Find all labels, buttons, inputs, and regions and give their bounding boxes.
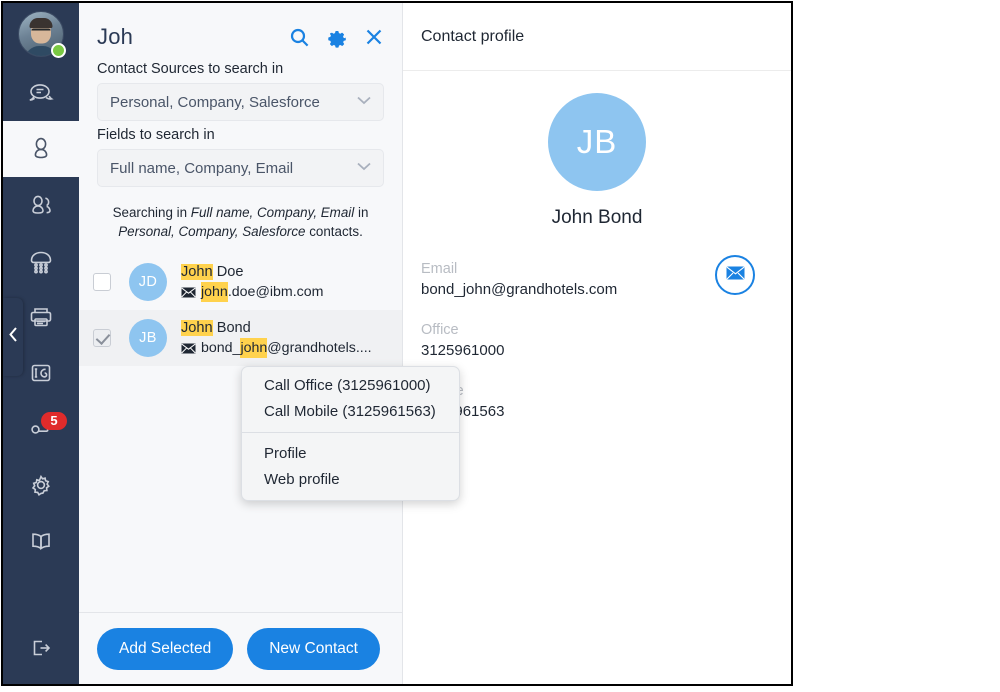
- new-contact-button[interactable]: New Contact: [247, 628, 380, 670]
- gear-icon[interactable]: [326, 26, 348, 48]
- result-name-highlight: John: [181, 264, 213, 280]
- menu-item-call-office[interactable]: Call Office (3125961000): [242, 373, 459, 399]
- note-prefix: Searching in: [113, 205, 191, 220]
- result-text: John Doe john.doe@ibm.com: [181, 262, 390, 302]
- page-title: Contact profile: [403, 3, 791, 71]
- sidebar-item-logout[interactable]: [3, 620, 79, 676]
- note-middle: in: [354, 205, 368, 220]
- gear-icon: [26, 470, 56, 500]
- field-value: 3125961563: [421, 401, 773, 423]
- profile-body: JB John Bond Email bond_john@grandhotels…: [403, 71, 791, 442]
- result-name: John Doe: [181, 262, 390, 282]
- search-icon[interactable]: [289, 27, 310, 48]
- chevron-left-icon: [7, 326, 20, 348]
- result-name-highlight: John: [181, 320, 213, 336]
- chevron-down-icon: [355, 159, 373, 177]
- profile-fields: Email bond_john@grandhotels.com Office 3…: [421, 259, 773, 423]
- chat-bubble-icon: [26, 78, 56, 108]
- avatar: JB: [129, 319, 167, 357]
- note-sources: Personal, Company, Salesforce: [118, 224, 305, 239]
- sidebar-item-chat[interactable]: [3, 65, 79, 121]
- search-panel-header: Joh Con: [79, 3, 402, 193]
- result-email-rest: .doe@ibm.com: [228, 282, 324, 302]
- context-menu[interactable]: Call Office (3125961000) Call Mobile (31…: [241, 366, 460, 501]
- profile-field-office: Office 3125961000: [421, 320, 773, 362]
- contact-sources-label: Contact Sources to search in: [97, 61, 384, 77]
- result-checkbox[interactable]: [93, 273, 111, 291]
- chevron-down-icon: [355, 93, 373, 111]
- search-query-row: Joh: [97, 21, 384, 53]
- sidebar-item-dialpad[interactable]: [3, 233, 79, 289]
- presence-status-dot: [51, 43, 66, 58]
- send-email-button[interactable]: [715, 255, 755, 295]
- searching-in-note: Searching in Full name, Company, Email i…: [79, 193, 402, 253]
- search-input[interactable]: Joh: [97, 24, 289, 50]
- result-email-pre: bond_: [201, 338, 240, 358]
- menu-separator: [242, 432, 459, 433]
- result-email-highlight: john: [201, 282, 228, 302]
- envelope-icon: [181, 343, 196, 354]
- avatar: JD: [129, 263, 167, 301]
- avatar[interactable]: [3, 3, 79, 65]
- notification-badge: 5: [41, 412, 67, 430]
- contact-search-panel: Joh Con: [79, 3, 403, 684]
- result-email: bond_john@grandhotels....: [181, 338, 390, 358]
- sidebar-item-contacts[interactable]: [3, 121, 79, 177]
- result-name-rest: Doe: [213, 264, 244, 280]
- fields-label: Fields to search in: [97, 127, 384, 143]
- printer-icon: [26, 302, 56, 332]
- add-selected-button[interactable]: Add Selected: [97, 628, 233, 670]
- sidebar-item-groups[interactable]: [3, 177, 79, 233]
- left-nav-rail: 5: [3, 3, 79, 684]
- contact-name: John Bond: [421, 207, 773, 229]
- note-suffix: contacts.: [306, 224, 363, 239]
- result-email-highlight: john: [240, 338, 267, 358]
- envelope-icon: [181, 287, 196, 298]
- search-panel-footer: Add Selected New Contact: [79, 612, 402, 684]
- sidebar-item-settings[interactable]: [3, 457, 79, 513]
- fields-value: Full name, Company, Email: [110, 160, 355, 177]
- people-group-icon: [26, 190, 56, 220]
- person-icon: [26, 134, 56, 164]
- search-panel-actions: [289, 26, 384, 48]
- app-window: 5: [1, 1, 793, 686]
- desk-phone-icon: [25, 245, 57, 277]
- menu-item-profile[interactable]: Profile: [242, 441, 459, 467]
- result-text: John Bond bond_john@grandhotels....: [181, 318, 390, 358]
- field-value: 3125961000: [421, 340, 773, 362]
- field-label: Mobile: [421, 381, 773, 401]
- result-name: John Bond: [181, 318, 390, 338]
- result-email: john.doe@ibm.com: [181, 282, 390, 302]
- table-row[interactable]: JB John Bond bond_john@grandhotels....: [79, 310, 402, 366]
- field-label: Office: [421, 320, 773, 340]
- sidebar-item-directory[interactable]: [3, 513, 79, 569]
- contact-profile-panel: Contact profile JB John Bond Email bond_…: [403, 3, 791, 684]
- sidebar-item-notifications[interactable]: 5: [3, 401, 79, 457]
- avatar: JB: [548, 93, 646, 191]
- book-icon: [25, 526, 57, 556]
- note-fields: Full name, Company, Email: [191, 205, 354, 220]
- collapse-panel-button[interactable]: [3, 298, 23, 376]
- profile-field-mobile: Mobile 3125961563: [421, 381, 773, 423]
- envelope-icon: [726, 266, 745, 285]
- menu-item-web-profile[interactable]: Web profile: [242, 467, 459, 493]
- contact-sources-value: Personal, Company, Salesforce: [110, 94, 355, 111]
- result-name-rest: Bond: [213, 320, 251, 336]
- table-row[interactable]: JD John Doe john.doe@ibm.com: [79, 254, 402, 310]
- result-email-rest: @grandhotels....: [267, 338, 371, 358]
- result-checkbox[interactable]: [93, 329, 111, 347]
- phone-card-icon: [26, 358, 56, 388]
- close-icon[interactable]: [364, 27, 384, 47]
- fields-select[interactable]: Full name, Company, Email: [97, 149, 384, 187]
- logout-icon: [26, 633, 56, 663]
- menu-item-call-mobile[interactable]: Call Mobile (3125961563): [242, 399, 459, 425]
- contact-sources-select[interactable]: Personal, Company, Salesforce: [97, 83, 384, 121]
